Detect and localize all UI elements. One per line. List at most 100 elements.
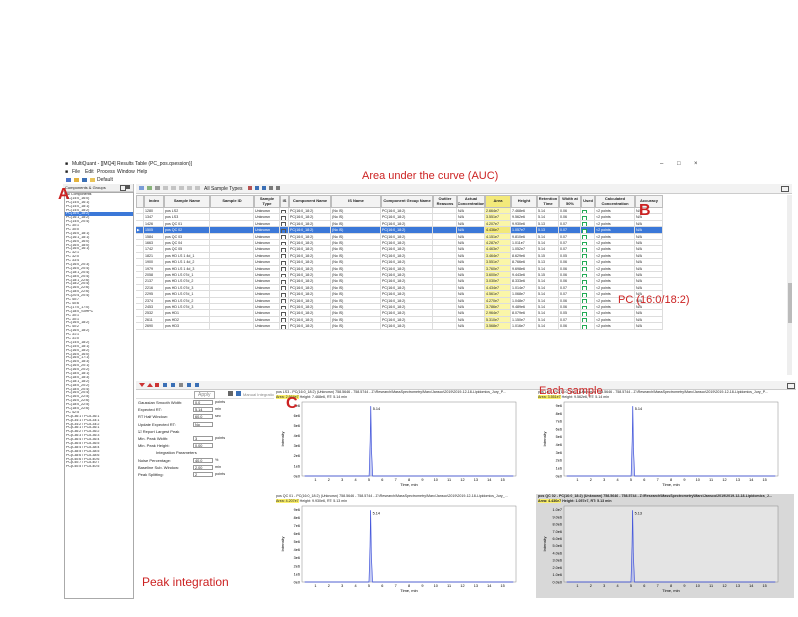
parameter-input[interactable]: 0.0 (193, 400, 213, 405)
x-tick-label: 11 (709, 478, 713, 482)
table-row[interactable]: 2690 pos HD3 Unknown PC(16:0_18:2) (No IS) PC… (136, 323, 786, 330)
column-header[interactable]: IS (280, 195, 289, 208)
refresh-icon[interactable] (255, 186, 259, 190)
used-checkbox[interactable] (581, 323, 595, 330)
zoom-icon[interactable] (262, 186, 266, 190)
chromatogram-chart[interactable]: pos LS3 - PC(16:0_18:2) (Unknown) 758.56… (274, 390, 532, 492)
parameter-row: Expected RT: (138, 407, 162, 412)
chromatogram-plot: 9e68e67e66e65e64e63e62e61e60e01 2 3 4 5 6 7 8 9 1… (280, 505, 517, 593)
is-checkbox[interactable] (280, 323, 289, 330)
chromatogram-chart[interactable]: pos QC 01 - PC(16:0_18:2) (Unknown) 758.… (274, 494, 532, 598)
pin-icon[interactable] (126, 185, 130, 189)
components-list[interactable]: All Components PC(14:0_16:0) PC(14:0_16:1)… (64, 192, 134, 599)
zoom-in-icon[interactable] (163, 383, 167, 387)
component-list-item[interactable]: PCp-40:5 / PCo-40:5 (65, 465, 133, 469)
manual-integration-icon[interactable] (236, 391, 241, 396)
x-tick-label: 6 (381, 584, 383, 588)
open-icon[interactable] (74, 178, 79, 182)
parameter-unit: sec (215, 414, 221, 419)
x-tick-label: 5 (630, 584, 632, 588)
integrate-icon[interactable] (228, 391, 233, 396)
row-selector-header[interactable] (136, 195, 144, 208)
parameter-input[interactable]: 60.0 (193, 414, 213, 420)
column-header[interactable]: Index (144, 195, 164, 208)
folder-icon[interactable] (90, 178, 95, 182)
column-header[interactable]: Actual Concentration (457, 195, 485, 208)
skip-icon[interactable] (155, 383, 159, 387)
column-header[interactable]: Outlier Reasons (433, 195, 457, 208)
checkbox[interactable] (281, 324, 286, 329)
table-cell: (No IS) (331, 323, 381, 330)
parameter-input[interactable]: 40.0 (193, 457, 213, 463)
manual-integration-label[interactable]: Manual Integration (243, 392, 276, 397)
table-cell: Unknown (254, 323, 280, 330)
column-header[interactable]: Retention Time (537, 195, 559, 208)
column-header[interactable]: Width at 50% (559, 195, 581, 208)
parameter-label: Gaussian Smooth Width: (138, 400, 183, 405)
grid-icon[interactable] (147, 186, 152, 190)
column-header[interactable]: Component Name (289, 195, 331, 208)
parameter-input[interactable]: 5.14 (193, 407, 213, 413)
chart-icon[interactable] (269, 186, 273, 190)
chromatogram-chart[interactable]: pos LS5 - PC(16:0_18:2) (Unknown) 758.56… (536, 390, 794, 492)
parameter-unit: points (215, 436, 226, 440)
filter-icon[interactable] (163, 186, 168, 190)
results-grid: Index Sample Name Sample ID Sample Type IS Co… (136, 195, 786, 375)
y-axis-label: Intensity (280, 432, 285, 447)
column-header[interactable]: Component Group Name (381, 195, 433, 208)
peak-icon[interactable] (179, 383, 183, 387)
parameter-unit: % (215, 457, 219, 462)
menu-file[interactable]: File (72, 169, 80, 175)
column-header[interactable]: Sample ID (210, 195, 254, 208)
parameter-input[interactable]: 3 (193, 436, 213, 441)
sort-icon[interactable] (171, 186, 176, 190)
table-cell (433, 323, 457, 330)
menu-edit[interactable]: Edit (85, 169, 94, 175)
column-header[interactable]: Sample Name (164, 195, 210, 208)
export-icon[interactable] (179, 186, 184, 190)
x-tick-label: 6 (643, 478, 645, 482)
search-icon[interactable] (187, 383, 191, 387)
menu-help[interactable]: Help (137, 169, 147, 175)
menu-process[interactable]: Process (97, 169, 115, 175)
new-icon[interactable] (66, 178, 71, 182)
parameter-input[interactable]: 2 (193, 472, 213, 477)
undock-icon[interactable] (781, 186, 789, 192)
column-header[interactable]: Calculated Concentration (595, 195, 635, 208)
column-header[interactable]: Area (485, 195, 511, 208)
y-tick-label: 1e6 (556, 466, 562, 470)
column-header[interactable]: Height (511, 195, 537, 208)
column-header[interactable]: IS Name (331, 195, 381, 208)
save-icon[interactable] (82, 178, 87, 182)
chromatogram-chart[interactable]: pos QC 02 - PC(16:0_18:2) (Unknown) 758.… (536, 494, 794, 598)
down-arrow-icon[interactable] (139, 383, 145, 387)
sample-types-select[interactable]: All Sample Types (204, 186, 243, 192)
checkbox[interactable] (582, 324, 587, 329)
settings-icon[interactable] (195, 186, 200, 190)
parameter-row: Baseline Sub. Window: (138, 465, 179, 470)
flag-icon[interactable] (248, 186, 252, 190)
up-arrow-icon[interactable] (147, 383, 153, 387)
parameter-input[interactable]: 2.00 (193, 464, 213, 470)
parameter-label: RT Half Window: (138, 414, 168, 420)
row-selector[interactable] (136, 323, 144, 330)
query-icon[interactable] (155, 186, 160, 190)
app-icon: ■ (65, 161, 69, 167)
default-layout-select[interactable]: Default (97, 177, 113, 183)
table-scrollbar-thumb[interactable] (787, 283, 792, 323)
annotation-a: A (58, 186, 70, 203)
integration-parameters-panel: Apply Manual Integration Gaussian Smooth… (136, 390, 276, 598)
table-icon[interactable] (139, 186, 144, 190)
column-header[interactable]: Used (581, 195, 595, 208)
layout-icon[interactable] (195, 383, 199, 387)
print-icon[interactable] (187, 186, 192, 190)
parameter-input[interactable]: 0.00 (193, 443, 213, 449)
column-header[interactable]: Sample Type (254, 195, 280, 208)
undock-icon[interactable] (787, 383, 795, 389)
parameter-input[interactable]: No (193, 421, 213, 427)
options-icon[interactable] (276, 186, 280, 190)
zoom-out-icon[interactable] (171, 383, 175, 387)
table-scrollbar[interactable] (787, 195, 792, 375)
x-tick-label: 4 (354, 478, 356, 482)
menu-window[interactable]: Window (117, 169, 135, 175)
